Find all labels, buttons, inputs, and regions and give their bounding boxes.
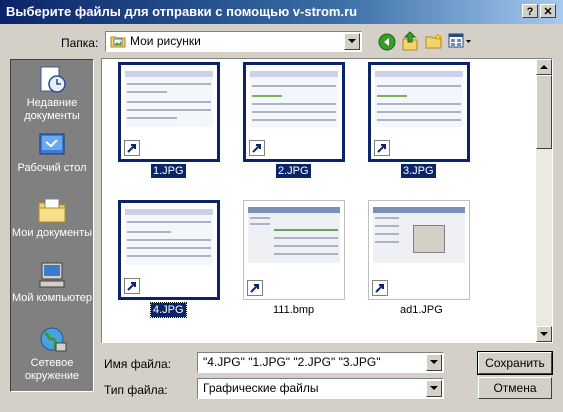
location-value: Мои рисунки [130,34,201,48]
shortcut-arrow-icon [374,140,390,156]
shortcut-arrow-icon [124,278,140,294]
filename-value: "4.JPG" "1.JPG" "2.JPG" "3.JPG" [203,355,381,369]
place-label-computer: Мой компьютер [11,292,93,304]
file-thumbnail-5[interactable] [243,200,345,300]
place-my-documents[interactable]: Мои документы [11,195,93,240]
my-computer-icon [39,262,65,288]
file-name-2[interactable]: 2.JPG [276,164,311,178]
window-title: Выберите файлы для отправки с помощью v-… [6,4,358,19]
file-name-5[interactable]: 111.bmp [271,303,316,317]
recent-documents-icon [40,66,66,93]
file-thumbnail-2[interactable] [243,62,345,162]
file-name-6[interactable]: ad1.JPG [398,303,445,317]
pictures-folder-icon [110,36,126,48]
thumbnail-preview [373,207,465,263]
place-label-desktop: Рабочий стол [17,162,87,174]
help-button[interactable]: ? [522,4,538,18]
place-label-documents: Мои документы [11,227,93,239]
close-button[interactable]: ✕ [540,4,556,18]
network-icon [40,327,67,352]
file-list-view[interactable]: 1.JPG 2.JPG 3.JPG 4.JPG 111.bmp ad1.JPG [101,58,553,343]
filetype-dropdown-arrow[interactable] [426,380,442,397]
file-name-4[interactable]: 4.JPG [150,302,187,318]
my-documents-icon [38,198,66,223]
scroll-down-button[interactable] [536,326,552,342]
location-dropdown[interactable]: Мои рисунки [105,31,362,52]
vertical-scrollbar[interactable] [536,59,552,342]
up-folder-icon[interactable] [401,31,419,51]
places-bar: Недавние документы Рабочий стол Мои доку… [10,59,94,392]
place-network[interactable]: Сетевое окружение [11,325,93,383]
filename-label: Имя файла: [104,357,171,371]
file-name-3[interactable]: 3.JPG [401,164,436,178]
cancel-button[interactable]: Отмена [478,377,552,399]
place-recent-documents[interactable]: Недавние документы [11,65,93,123]
thumbnail-preview [125,209,213,265]
file-thumbnail-1[interactable] [118,62,220,162]
file-thumbnail-4[interactable] [118,200,220,300]
scroll-up-button[interactable] [536,59,552,75]
thumbnail-preview [125,71,213,127]
back-icon[interactable] [378,33,396,51]
location-dropdown-arrow[interactable] [344,33,360,50]
file-name-1[interactable]: 1.JPG [151,164,186,178]
desktop-icon [39,133,65,155]
filetype-label: Тип файла: [104,383,168,397]
thumbnail-preview [248,207,340,263]
thumbnail-preview [250,71,338,127]
arrow-down-icon [540,332,548,336]
shortcut-arrow-icon [249,140,265,156]
filetype-value: Графические файлы [203,381,319,395]
title-bar[interactable]: Выберите файлы для отправки с помощью v-… [0,0,563,24]
shortcut-arrow-icon [247,280,263,296]
filename-dropdown-arrow[interactable] [426,354,442,371]
place-my-computer[interactable]: Мой компьютер [11,260,93,305]
shortcut-arrow-icon [124,140,140,156]
place-desktop[interactable]: Рабочий стол [11,130,93,175]
file-thumbnail-6[interactable] [368,200,470,300]
view-menu-icon[interactable] [448,33,472,49]
location-label: Папка: [61,36,99,50]
filename-input[interactable]: "4.JPG" "1.JPG" "2.JPG" "3.JPG" [197,352,444,373]
shortcut-arrow-icon [372,280,388,296]
arrow-up-icon [540,65,548,69]
filetype-select[interactable]: Графические файлы [197,378,444,399]
place-label-recent: Недавние документы [24,97,80,122]
place-label-network: Сетевое окружение [24,357,80,382]
new-folder-icon[interactable] [425,33,443,49]
file-thumbnail-3[interactable] [368,62,470,162]
thumbnail-preview [375,71,463,127]
scroll-thumb[interactable] [536,75,552,149]
save-button[interactable]: Сохранить [477,351,553,375]
